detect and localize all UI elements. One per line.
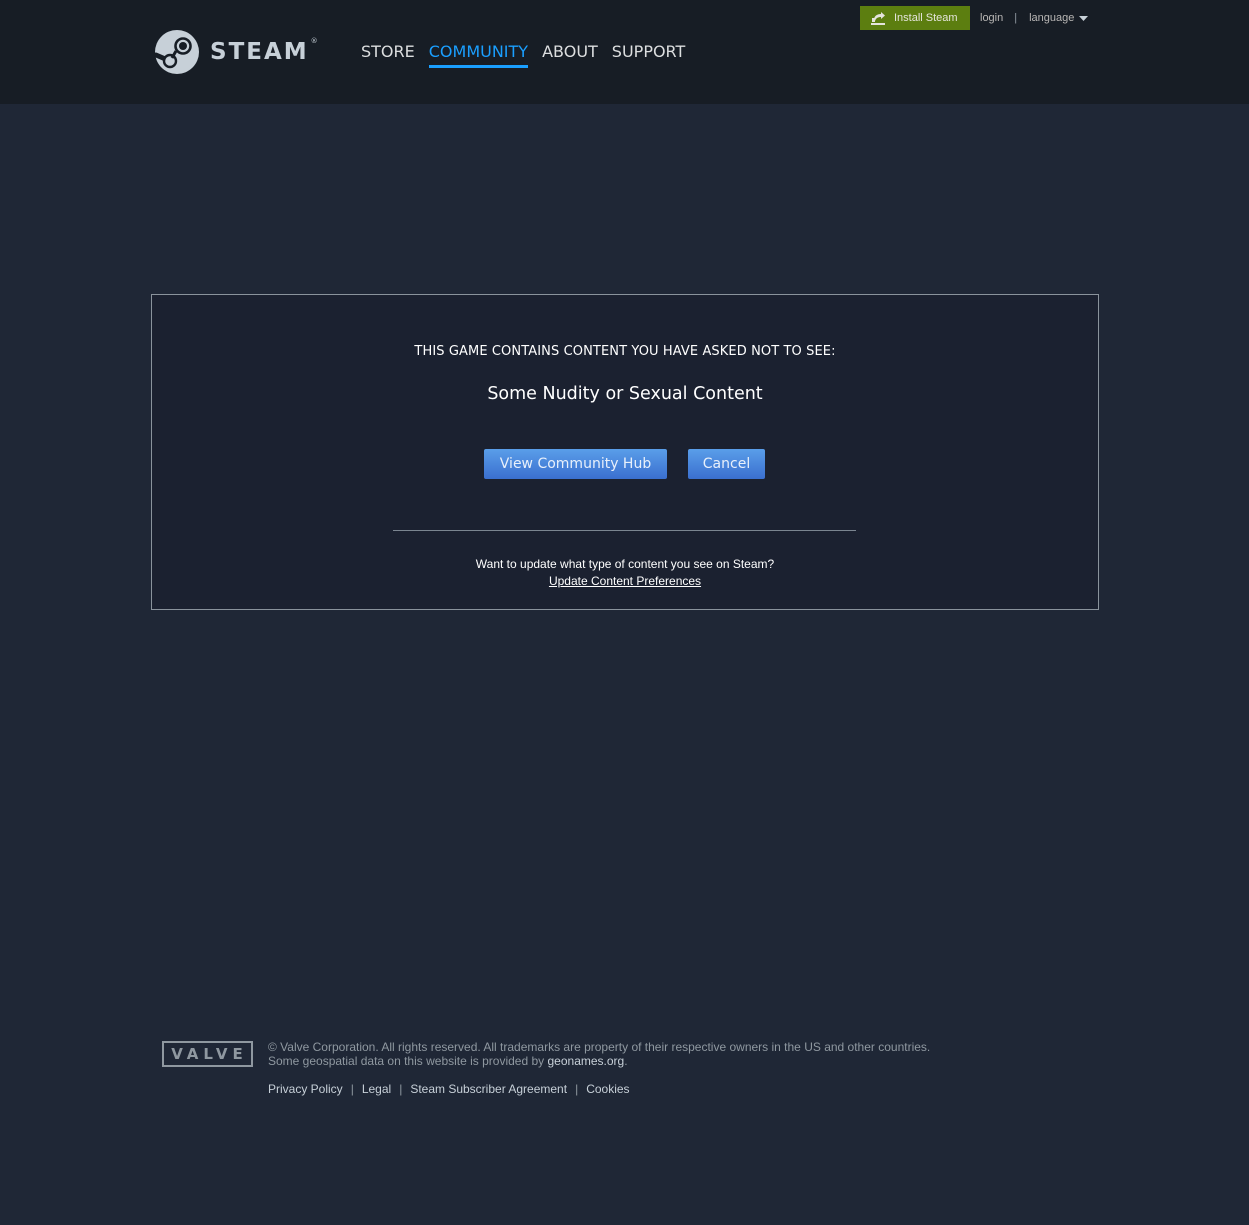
- download-icon: [870, 11, 886, 25]
- content-warning-panel: THIS GAME CONTAINS CONTENT YOU HAVE ASKE…: [151, 294, 1099, 610]
- privacy-policy-link[interactable]: Privacy Policy: [268, 1082, 343, 1096]
- nav-store[interactable]: STORE: [361, 42, 415, 68]
- language-label: language: [1029, 12, 1075, 24]
- nav-community[interactable]: COMMUNITY: [428, 42, 529, 68]
- install-steam-button[interactable]: Install Steam: [860, 6, 970, 30]
- footer-separator: |: [575, 1082, 579, 1096]
- global-actions: Install Steam login | language: [860, 6, 1089, 30]
- footer-separator: |: [350, 1082, 354, 1096]
- update-content-preferences-link[interactable]: Update Content Preferences: [549, 574, 701, 588]
- footer-legal-text: © Valve Corporation. All rights reserved…: [268, 1040, 930, 1068]
- chevron-down-icon: [1079, 15, 1089, 21]
- valve-logo[interactable]: VALVE: [162, 1041, 253, 1067]
- login-link[interactable]: login: [980, 12, 1003, 24]
- language-dropdown[interactable]: language: [1029, 12, 1089, 24]
- legal-link[interactable]: Legal: [362, 1082, 391, 1096]
- subscriber-agreement-link[interactable]: Steam Subscriber Agreement: [410, 1082, 567, 1096]
- steam-logo-text: STEAM ®: [210, 37, 318, 65]
- footer-separator: |: [399, 1082, 403, 1096]
- geonames-link[interactable]: geonames.org: [548, 1054, 625, 1068]
- divider: [393, 530, 856, 531]
- global-header: STEAM ® STORE COMMUNITY ABOUT SUPPORT Ins…: [0, 0, 1249, 104]
- main-nav: STORE COMMUNITY ABOUT SUPPORT: [361, 42, 699, 68]
- nav-support[interactable]: SUPPORT: [612, 42, 685, 68]
- geospatial-text: Some geospatial data on this website is …: [268, 1054, 628, 1068]
- footer-links: Privacy Policy | Legal | Steam Subscribe…: [268, 1082, 630, 1096]
- update-preferences-row: Update Content Preferences: [152, 574, 1098, 588]
- install-steam-label: Install Steam: [894, 12, 958, 24]
- cookies-link[interactable]: Cookies: [586, 1082, 629, 1096]
- steam-logo-icon: [154, 30, 199, 74]
- content-warning-reason: Some Nudity or Sexual Content: [487, 384, 763, 404]
- view-community-hub-button[interactable]: View Community Hub: [484, 449, 667, 479]
- cancel-button[interactable]: Cancel: [688, 449, 765, 479]
- content-warning-heading: THIS GAME CONTAINS CONTENT YOU HAVE ASKE…: [414, 344, 836, 359]
- header-separator: |: [1014, 12, 1018, 24]
- copyright-text: © Valve Corporation. All rights reserved…: [268, 1040, 931, 1054]
- nav-about[interactable]: ABOUT: [542, 42, 598, 68]
- update-preferences-prompt: Want to update what type of content you …: [475, 557, 775, 571]
- steam-logo[interactable]: STEAM ®: [154, 29, 318, 75]
